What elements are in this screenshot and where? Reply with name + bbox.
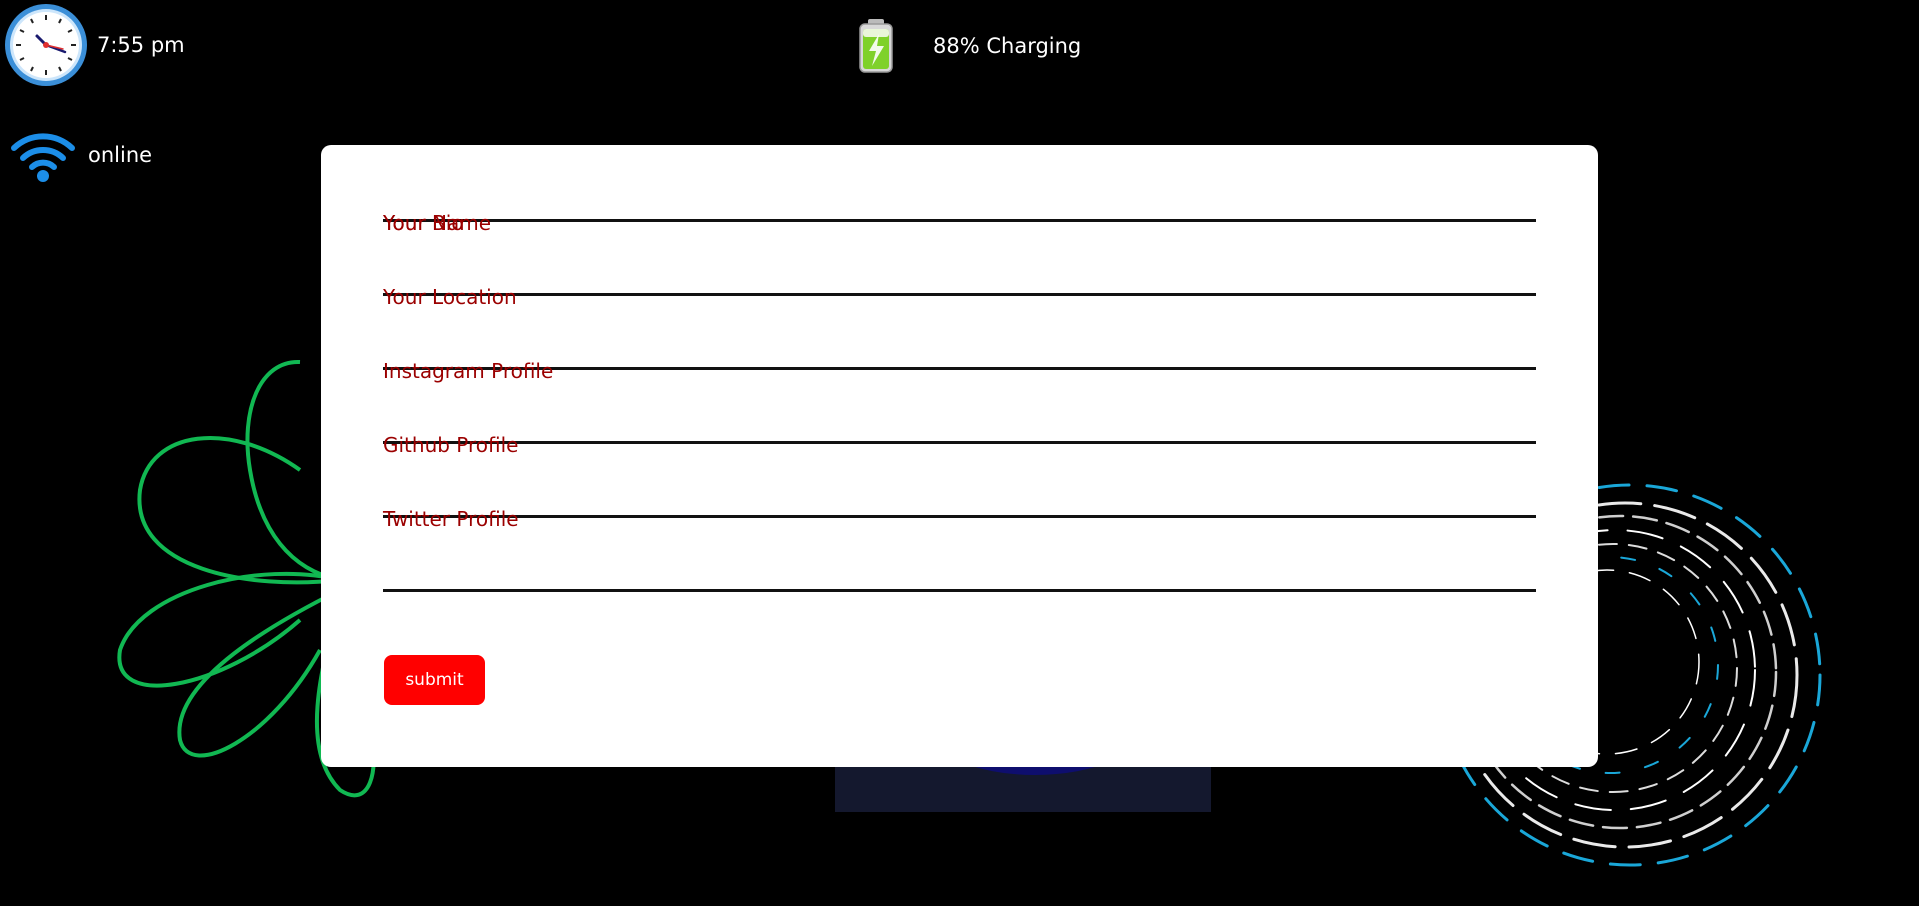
name-input[interactable]: [383, 179, 1540, 219]
github-field-label: Github Profile: [383, 433, 519, 457]
clock-icon: [5, 4, 87, 86]
name-field: Your Name: [383, 145, 1540, 235]
clock-widget: 7:55 pm: [3, 2, 185, 88]
twitter-field: Twitter Profile: [383, 507, 1540, 592]
submit-button[interactable]: submit: [384, 655, 485, 705]
location-field: Your Location: [383, 285, 1540, 370]
github-field: Github Profile: [383, 433, 1540, 518]
battery-widget: 88% Charging: [855, 18, 1081, 74]
twitter-input[interactable]: [383, 549, 1540, 589]
profile-form: Your Name Your Bio Your Location Instagr…: [321, 145, 1598, 767]
location-field-label: Your Location: [383, 285, 517, 309]
wifi-icon: [11, 133, 75, 182]
instagram-field: Instagram Profile: [383, 359, 1540, 444]
battery-status: 88% Charging: [933, 34, 1082, 58]
network-widget: online: [10, 126, 152, 184]
github-input[interactable]: [383, 475, 1540, 515]
clock-time: 7:55 pm: [97, 33, 185, 57]
location-input[interactable]: [383, 327, 1540, 367]
instagram-input[interactable]: [383, 401, 1540, 441]
bio-field-label: Your Bio: [383, 211, 464, 235]
battery-charging-icon: [859, 19, 893, 73]
instagram-field-label: Instagram Profile: [383, 359, 554, 383]
twitter-field-label: Twitter Profile: [383, 507, 519, 531]
bio-input[interactable]: [383, 253, 1540, 293]
network-status: online: [88, 143, 153, 167]
bio-field: Your Bio: [383, 211, 1540, 296]
desktop-background: 7:55 pm 88% Charging online Your Name Yo…: [0, 0, 1919, 906]
